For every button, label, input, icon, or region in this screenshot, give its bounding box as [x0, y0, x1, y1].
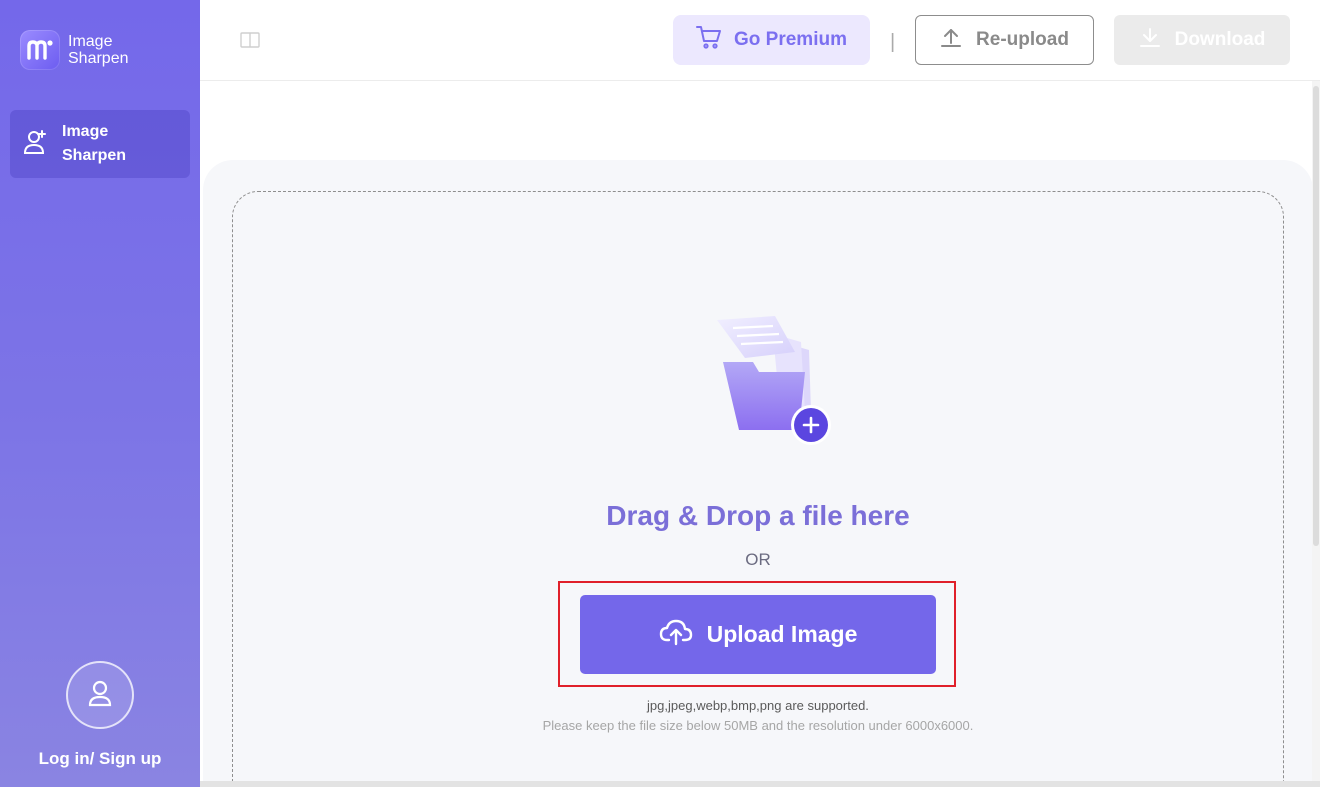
folder-illustration-icon — [681, 312, 841, 452]
avatar[interactable] — [66, 661, 134, 729]
user-icon — [85, 678, 115, 713]
supported-formats-text: jpg,jpeg,webp,bmp,png are supported. — [647, 698, 869, 713]
login-signup-link[interactable]: Log in/ Sign up — [39, 749, 162, 769]
download-label: Download — [1174, 29, 1266, 50]
horizontal-scrollbar[interactable] — [200, 781, 1320, 787]
download-button[interactable]: Download — [1114, 15, 1290, 65]
topbar: Go Premium | Re-upload Download — [200, 0, 1320, 81]
vertical-scrollbar-thumb[interactable] — [1313, 86, 1319, 546]
cloud-upload-icon — [659, 618, 693, 652]
go-premium-button[interactable]: Go Premium — [673, 15, 870, 65]
m-logo-icon — [20, 30, 60, 70]
re-upload-button[interactable]: Re-upload — [915, 15, 1094, 65]
toolbar-separator: | — [890, 31, 896, 53]
or-divider-text: OR — [745, 550, 771, 569]
brand[interactable]: Image Sharpen — [20, 30, 148, 70]
brand-name: Image Sharpen — [68, 33, 129, 67]
re-upload-label: Re-upload — [976, 29, 1069, 50]
sidebar: Image Sharpen Image Sharpen Log in/ Sign… — [0, 0, 200, 787]
drop-title: Drag & Drop a file here — [606, 500, 910, 531]
drop-zone[interactable]: Drag & Drop a file here OR Upload Image … — [232, 191, 1284, 787]
account-area: Log in/ Sign up — [0, 661, 200, 769]
upload-arrow-icon — [940, 26, 962, 54]
go-premium-label: Go Premium — [734, 29, 847, 50]
upload-panel: Drag & Drop a file here OR Upload Image … — [203, 160, 1313, 787]
cart-icon — [696, 25, 722, 55]
user-plus-icon — [22, 128, 50, 161]
sidebar-item-label: Image Sharpen — [62, 123, 127, 164]
sidebar-item-image-sharpen[interactable]: Image Sharpen — [10, 110, 190, 178]
panel-toggle-icon[interactable] — [240, 32, 260, 48]
download-icon — [1139, 26, 1161, 54]
upload-image-button[interactable]: Upload Image — [580, 595, 936, 674]
upload-image-label: Upload Image — [706, 621, 858, 647]
file-limits-text: Please keep the file size below 50MB and… — [542, 718, 974, 733]
